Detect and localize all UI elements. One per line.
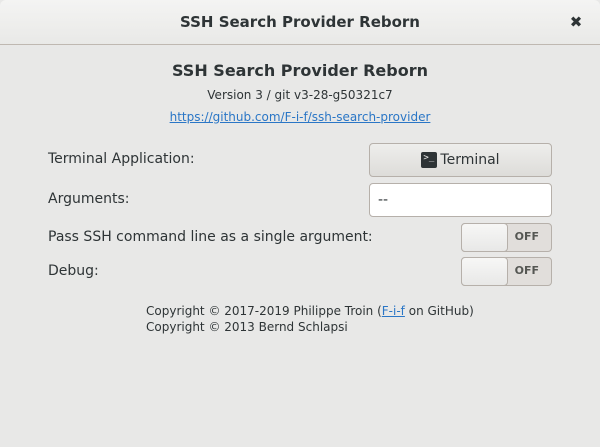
project-link-container: https://github.com/F-i-f/ssh-search-prov… xyxy=(0,110,600,124)
terminal-label: Terminal Application: xyxy=(48,151,195,167)
terminal-icon: >_ xyxy=(421,152,438,168)
preferences-window: SSH Search Provider Reborn ✖ SSH Search … xyxy=(0,0,600,447)
arguments-label: Arguments: xyxy=(48,191,130,207)
terminal-app-button[interactable]: >_ Terminal xyxy=(369,143,552,177)
switch-knob xyxy=(461,257,508,286)
single-arg-switch[interactable]: OFF xyxy=(461,223,552,252)
project-link[interactable]: https://github.com/F-i-f/ssh-search-prov… xyxy=(170,110,431,124)
single-arg-label: Pass SSH command line as a single argume… xyxy=(48,229,373,245)
arguments-input[interactable] xyxy=(369,183,552,217)
title-bar[interactable]: SSH Search Provider Reborn ✖ xyxy=(0,0,600,45)
switch-knob xyxy=(461,223,508,252)
debug-switch[interactable]: OFF xyxy=(461,257,552,286)
app-name: SSH Search Provider Reborn xyxy=(172,61,428,80)
switch-state: OFF xyxy=(514,230,539,243)
copyright-line-2: Copyright © 2013 Bernd Schlapsi xyxy=(146,320,348,334)
close-icon[interactable]: ✖ xyxy=(566,12,586,32)
debug-label: Debug: xyxy=(48,263,99,279)
terminal-button-label: Terminal xyxy=(440,152,500,168)
version-label: Version 3 / git v3-28-g50321c7 xyxy=(207,88,393,102)
author-link[interactable]: F-i-f xyxy=(382,304,405,318)
copyright-suffix: on GitHub) xyxy=(404,304,474,318)
copyright-line-1: Copyright © 2017-2019 Philippe Troin (F-… xyxy=(146,304,474,318)
window-title: SSH Search Provider Reborn xyxy=(180,13,420,31)
switch-state: OFF xyxy=(514,264,539,277)
copyright-prefix: Copyright © 2017-2019 Philippe Troin ( xyxy=(146,304,382,318)
